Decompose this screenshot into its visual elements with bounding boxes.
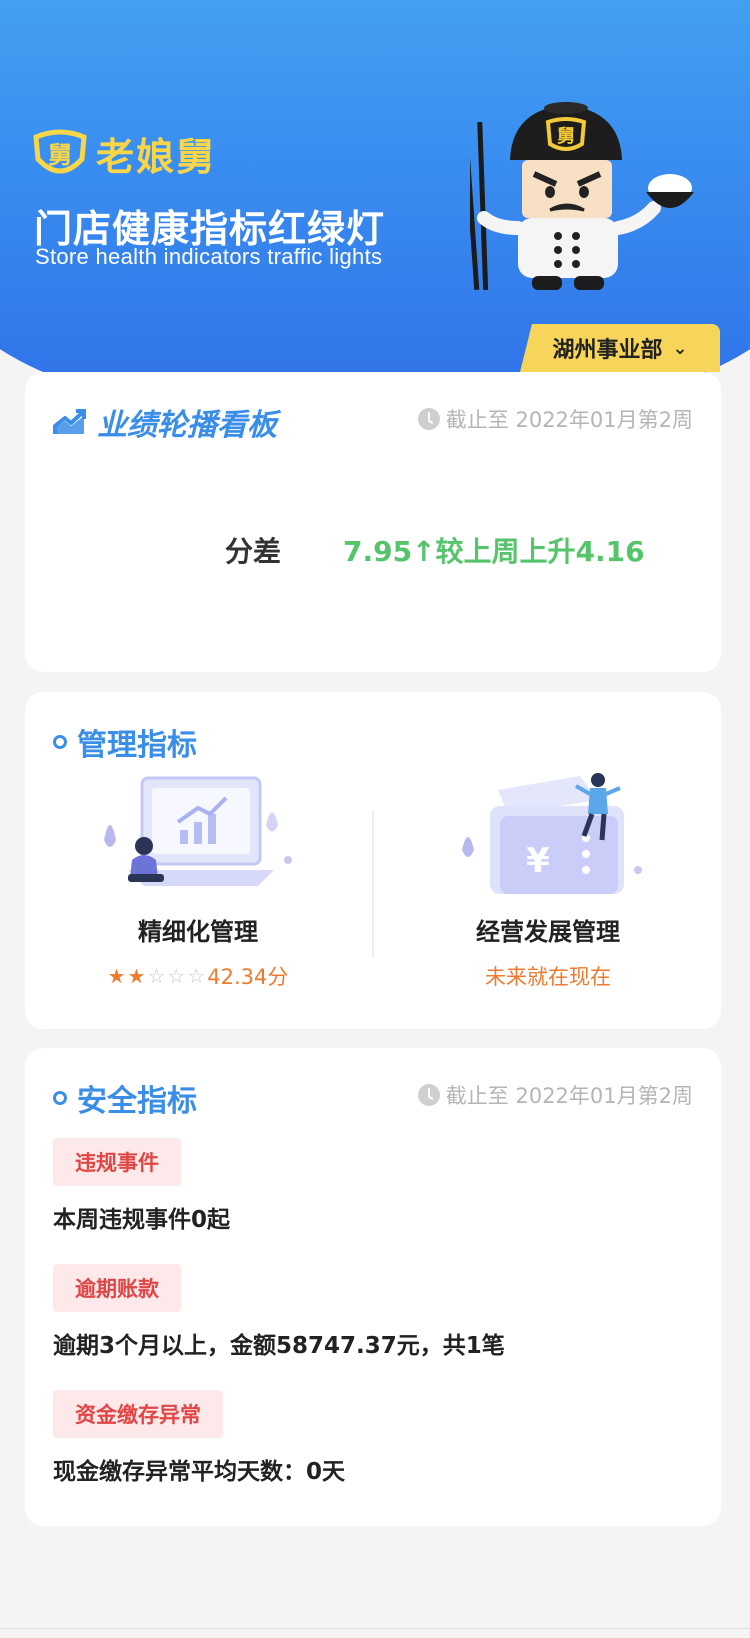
svg-text:舅: 舅 xyxy=(48,141,72,169)
page-header: 舅 老娘舅 门店健康指标红绿灯 Store health indicators … xyxy=(0,0,750,430)
trend-chart-icon xyxy=(53,409,86,434)
metric-score: 42.34分 xyxy=(207,965,289,989)
performance-title: 业绩轮播看板 xyxy=(53,400,277,444)
management-title-text: 管理指标 xyxy=(77,728,197,763)
safety-card: 安全指标 截止至 2022年01月第2周 违规事件 本周违规事件0起 逾期账款 … xyxy=(25,1048,721,1526)
clock-icon xyxy=(417,408,440,430)
metric-business-development[interactable]: ¥ 经营发展管理 未来就在现在 xyxy=(383,770,713,991)
mascot-illustration: 舅 xyxy=(470,102,694,291)
safety-title: 安全指标 xyxy=(53,1076,197,1120)
overdue-tag: 逾期账款 xyxy=(53,1264,181,1312)
metric-name: 经营发展管理 xyxy=(476,918,620,946)
svg-text:¥: ¥ xyxy=(526,841,550,881)
metric-divider xyxy=(372,810,374,958)
star-empty-icon: ☆ xyxy=(187,964,206,988)
bottom-divider xyxy=(0,1628,750,1629)
performance-deadline-text: 截止至 2022年01月第2周 xyxy=(445,408,693,432)
svg-text:舅: 舅 xyxy=(557,126,575,147)
hero-subtitle: Store health indicators traffic lights xyxy=(35,244,383,269)
performance-title-text: 业绩轮播看板 xyxy=(97,408,277,443)
overdue-text: 逾期3个月以上，金额58747.37元，共1笔 xyxy=(53,1333,505,1359)
management-title: 管理指标 xyxy=(53,720,197,764)
ring-bullet-icon xyxy=(53,735,67,749)
score-diff-value: 7.95↑较上周上升4.16 xyxy=(343,535,645,568)
laptop-chart-illustration xyxy=(104,776,292,886)
metric-refined-management[interactable]: 精细化管理 ★ ★ ☆ ☆ ☆ 42.34分 xyxy=(33,770,363,991)
violation-text: 本周违规事件0起 xyxy=(53,1207,231,1233)
violation-tag: 违规事件 xyxy=(53,1138,181,1186)
metric-name: 精细化管理 xyxy=(138,918,258,946)
deposit-abnormal-text: 现金缴存异常平均天数：0天 xyxy=(53,1459,346,1485)
metric-rating: ★ ★ ☆ ☆ ☆ 42.34分 xyxy=(33,961,363,991)
department-selector[interactable]: 湖州事业部 ⌄ xyxy=(520,324,720,372)
star-filled-icon: ★ xyxy=(107,964,126,988)
safety-deadline: 截止至 2022年01月第2周 xyxy=(417,1080,693,1110)
metric-note: 未来就在现在 xyxy=(485,965,611,989)
star-empty-icon: ☆ xyxy=(167,964,186,988)
management-card: 管理指标 精细化管理 ★ ★ ☆ ☆ ☆ 42.34分 ¥ 经营发展管理 未来就… xyxy=(25,692,721,1029)
star-empty-icon: ☆ xyxy=(147,964,166,988)
star-filled-icon: ★ xyxy=(127,964,146,988)
chevron-down-icon: ⌄ xyxy=(672,337,688,359)
ticket-money-illustration: ¥ xyxy=(462,773,642,894)
department-label: 湖州事业部 xyxy=(552,338,663,363)
score-diff-label: 分差 xyxy=(225,535,282,568)
brand-logo: 舅 老娘舅 xyxy=(32,126,216,181)
clock-icon xyxy=(417,1084,440,1106)
ring-bullet-icon xyxy=(53,1091,67,1105)
performance-card: 业绩轮播看板 截止至 2022年01月第2周 分差 7.95↑较上周上升4.16 xyxy=(25,372,721,672)
brand-badge-icon: 舅 xyxy=(33,129,87,173)
performance-deadline: 截止至 2022年01月第2周 xyxy=(417,404,693,434)
deposit-abnormal-tag: 资金缴存异常 xyxy=(53,1390,223,1438)
brand-name: 老娘舅 xyxy=(96,135,217,179)
safety-title-text: 安全指标 xyxy=(77,1084,197,1119)
safety-deadline-text: 截止至 2022年01月第2周 xyxy=(445,1084,693,1108)
